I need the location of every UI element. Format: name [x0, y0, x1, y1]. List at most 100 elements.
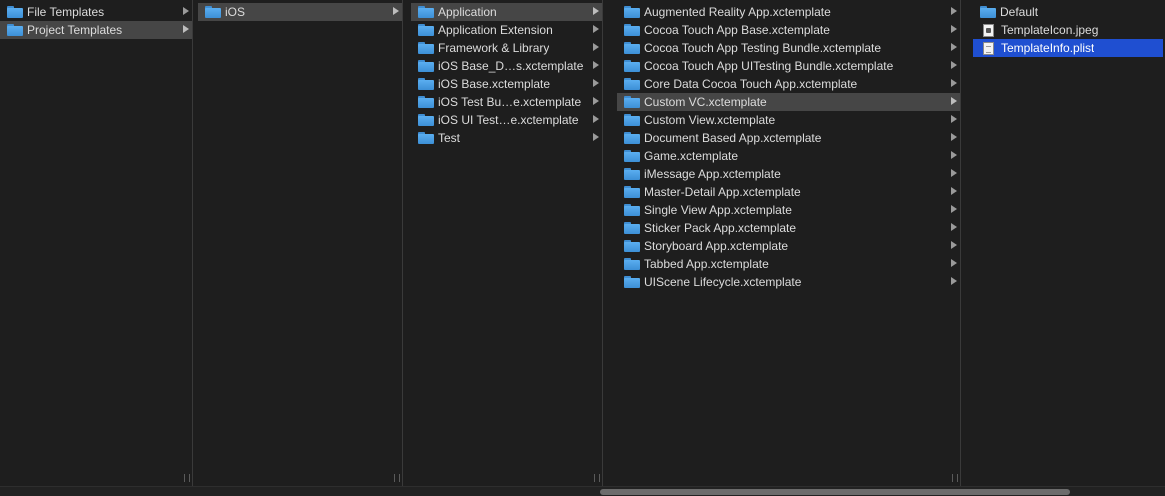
- scrollbar-thumb[interactable]: [600, 489, 1070, 495]
- column-resize-handle[interactable]: [952, 474, 958, 482]
- browser-item[interactable]: Cocoa Touch App Base.xctemplate: [617, 21, 960, 39]
- folder-icon: [418, 78, 434, 90]
- horizontal-scrollbar[interactable]: [0, 486, 1165, 496]
- disclosure-arrow-icon: [951, 169, 957, 177]
- column-resize-handle[interactable]: [184, 474, 190, 482]
- folder-icon: [7, 24, 23, 36]
- disclosure-arrow-icon: [951, 115, 957, 123]
- folder-icon: [205, 6, 221, 18]
- folder-icon: [624, 168, 640, 180]
- folder-icon: [418, 114, 434, 126]
- disclosure-arrow-icon: [593, 97, 599, 105]
- browser-item[interactable]: Sticker Pack App.xctemplate: [617, 219, 960, 237]
- document-file-icon: [983, 41, 994, 55]
- image-file-icon: [983, 23, 994, 37]
- column-list: Application Application Extension Framewor…: [411, 0, 602, 147]
- item-label: UIScene Lifecycle.xctemplate: [644, 275, 802, 289]
- item-label: Cocoa Touch App Testing Bundle.xctemplat…: [644, 41, 882, 55]
- browser-item[interactable]: Game.xctemplate: [617, 147, 960, 165]
- folder-icon: [624, 42, 640, 54]
- browser-item[interactable]: TemplateIcon.jpeg: [973, 21, 1163, 39]
- column-2[interactable]: iOS: [198, 0, 403, 486]
- column-resize-handle[interactable]: [594, 474, 600, 482]
- item-label: Augmented Reality App.xctemplate: [644, 5, 831, 19]
- item-label: iOS Base.xctemplate: [438, 77, 551, 91]
- column-3[interactable]: Application Application Extension Framewor…: [411, 0, 603, 486]
- browser-item[interactable]: Application Extension: [411, 21, 602, 39]
- browser-item[interactable]: iOS Base_D…s.xctemplate: [411, 57, 602, 75]
- browser-item[interactable]: Cocoa Touch App UITesting Bundle.xctempl…: [617, 57, 960, 75]
- browser-item[interactable]: Custom View.xctemplate: [617, 111, 960, 129]
- browser-item[interactable]: iOS: [198, 3, 402, 21]
- browser-item[interactable]: UIScene Lifecycle.xctemplate: [617, 273, 960, 291]
- column-1[interactable]: File Templates Project Templates: [0, 0, 193, 486]
- item-label: iOS: [225, 5, 246, 19]
- folder-icon: [624, 24, 640, 36]
- column-list: File Templates Project Templates: [0, 0, 192, 39]
- folder-icon: [7, 6, 23, 18]
- disclosure-arrow-icon: [951, 7, 957, 15]
- folder-icon: [624, 240, 640, 252]
- folder-icon: [624, 258, 640, 270]
- browser-item[interactable]: Augmented Reality App.xctemplate: [617, 3, 960, 21]
- disclosure-arrow-icon: [951, 79, 957, 87]
- column-4[interactable]: Augmented Reality App.xctemplate Cocoa To…: [617, 0, 961, 486]
- folder-icon: [418, 132, 434, 144]
- disclosure-arrow-icon: [593, 79, 599, 87]
- browser-item[interactable]: Cocoa Touch App Testing Bundle.xctemplat…: [617, 39, 960, 57]
- browser-item[interactable]: Storyboard App.xctemplate: [617, 237, 960, 255]
- browser-item[interactable]: Project Templates: [0, 21, 192, 39]
- item-label: File Templates: [27, 5, 105, 19]
- item-label: Test: [438, 131, 461, 145]
- column-list: iOS: [198, 0, 402, 21]
- item-label: Tabbed App.xctemplate: [644, 257, 769, 271]
- disclosure-arrow-icon: [593, 61, 599, 69]
- item-label: iOS Base_D…s.xctemplate: [438, 59, 584, 73]
- item-label: Storyboard App.xctemplate: [644, 239, 789, 253]
- folder-icon: [624, 186, 640, 198]
- browser-item[interactable]: Document Based App.xctemplate: [617, 129, 960, 147]
- browser-item[interactable]: iMessage App.xctemplate: [617, 165, 960, 183]
- browser-item[interactable]: Custom VC.xctemplate: [617, 93, 960, 111]
- disclosure-arrow-icon: [951, 205, 957, 213]
- item-label: Application: [438, 5, 497, 19]
- item-label: Sticker Pack App.xctemplate: [644, 221, 797, 235]
- item-label: iOS Test Bu…e.xctemplate: [438, 95, 582, 109]
- folder-icon: [624, 204, 640, 216]
- disclosure-arrow-icon: [951, 223, 957, 231]
- browser-item[interactable]: TemplateInfo.plist: [973, 39, 1163, 57]
- browser-item[interactable]: File Templates: [0, 3, 192, 21]
- disclosure-arrow-icon: [393, 7, 399, 15]
- browser-item[interactable]: Test: [411, 129, 602, 147]
- column-5[interactable]: Default TemplateIcon.jpeg TemplateInfo.pli…: [973, 0, 1163, 486]
- disclosure-arrow-icon: [951, 133, 957, 141]
- browser-item[interactable]: Default: [973, 3, 1163, 21]
- browser-item[interactable]: Single View App.xctemplate: [617, 201, 960, 219]
- browser-item[interactable]: Master-Detail App.xctemplate: [617, 183, 960, 201]
- disclosure-arrow-icon: [183, 7, 189, 15]
- disclosure-arrow-icon: [593, 25, 599, 33]
- browser-item[interactable]: iOS Test Bu…e.xctemplate: [411, 93, 602, 111]
- item-label: Cocoa Touch App Base.xctemplate: [644, 23, 830, 37]
- browser-item[interactable]: Tabbed App.xctemplate: [617, 255, 960, 273]
- item-label: TemplateInfo.plist: [1001, 41, 1095, 55]
- folder-icon: [418, 96, 434, 108]
- item-label: TemplateIcon.jpeg: [1001, 23, 1099, 37]
- folder-icon: [624, 222, 640, 234]
- folder-icon: [624, 150, 640, 162]
- browser-item[interactable]: Framework & Library: [411, 39, 602, 57]
- disclosure-arrow-icon: [951, 259, 957, 267]
- disclosure-arrow-icon: [951, 151, 957, 159]
- column-browser: File Templates Project Templates iOS Appl…: [0, 0, 1165, 486]
- item-label: Application Extension: [438, 23, 553, 37]
- browser-item[interactable]: iOS UI Test…e.xctemplate: [411, 111, 602, 129]
- disclosure-arrow-icon: [593, 115, 599, 123]
- browser-item[interactable]: iOS Base.xctemplate: [411, 75, 602, 93]
- item-label: Custom VC.xctemplate: [644, 95, 767, 109]
- browser-item[interactable]: Core Data Cocoa Touch App.xctemplate: [617, 75, 960, 93]
- item-label: iOS UI Test…e.xctemplate: [438, 113, 579, 127]
- browser-item[interactable]: Application: [411, 3, 602, 21]
- item-label: Default: [1000, 5, 1039, 19]
- column-resize-handle[interactable]: [394, 474, 400, 482]
- folder-icon: [624, 60, 640, 72]
